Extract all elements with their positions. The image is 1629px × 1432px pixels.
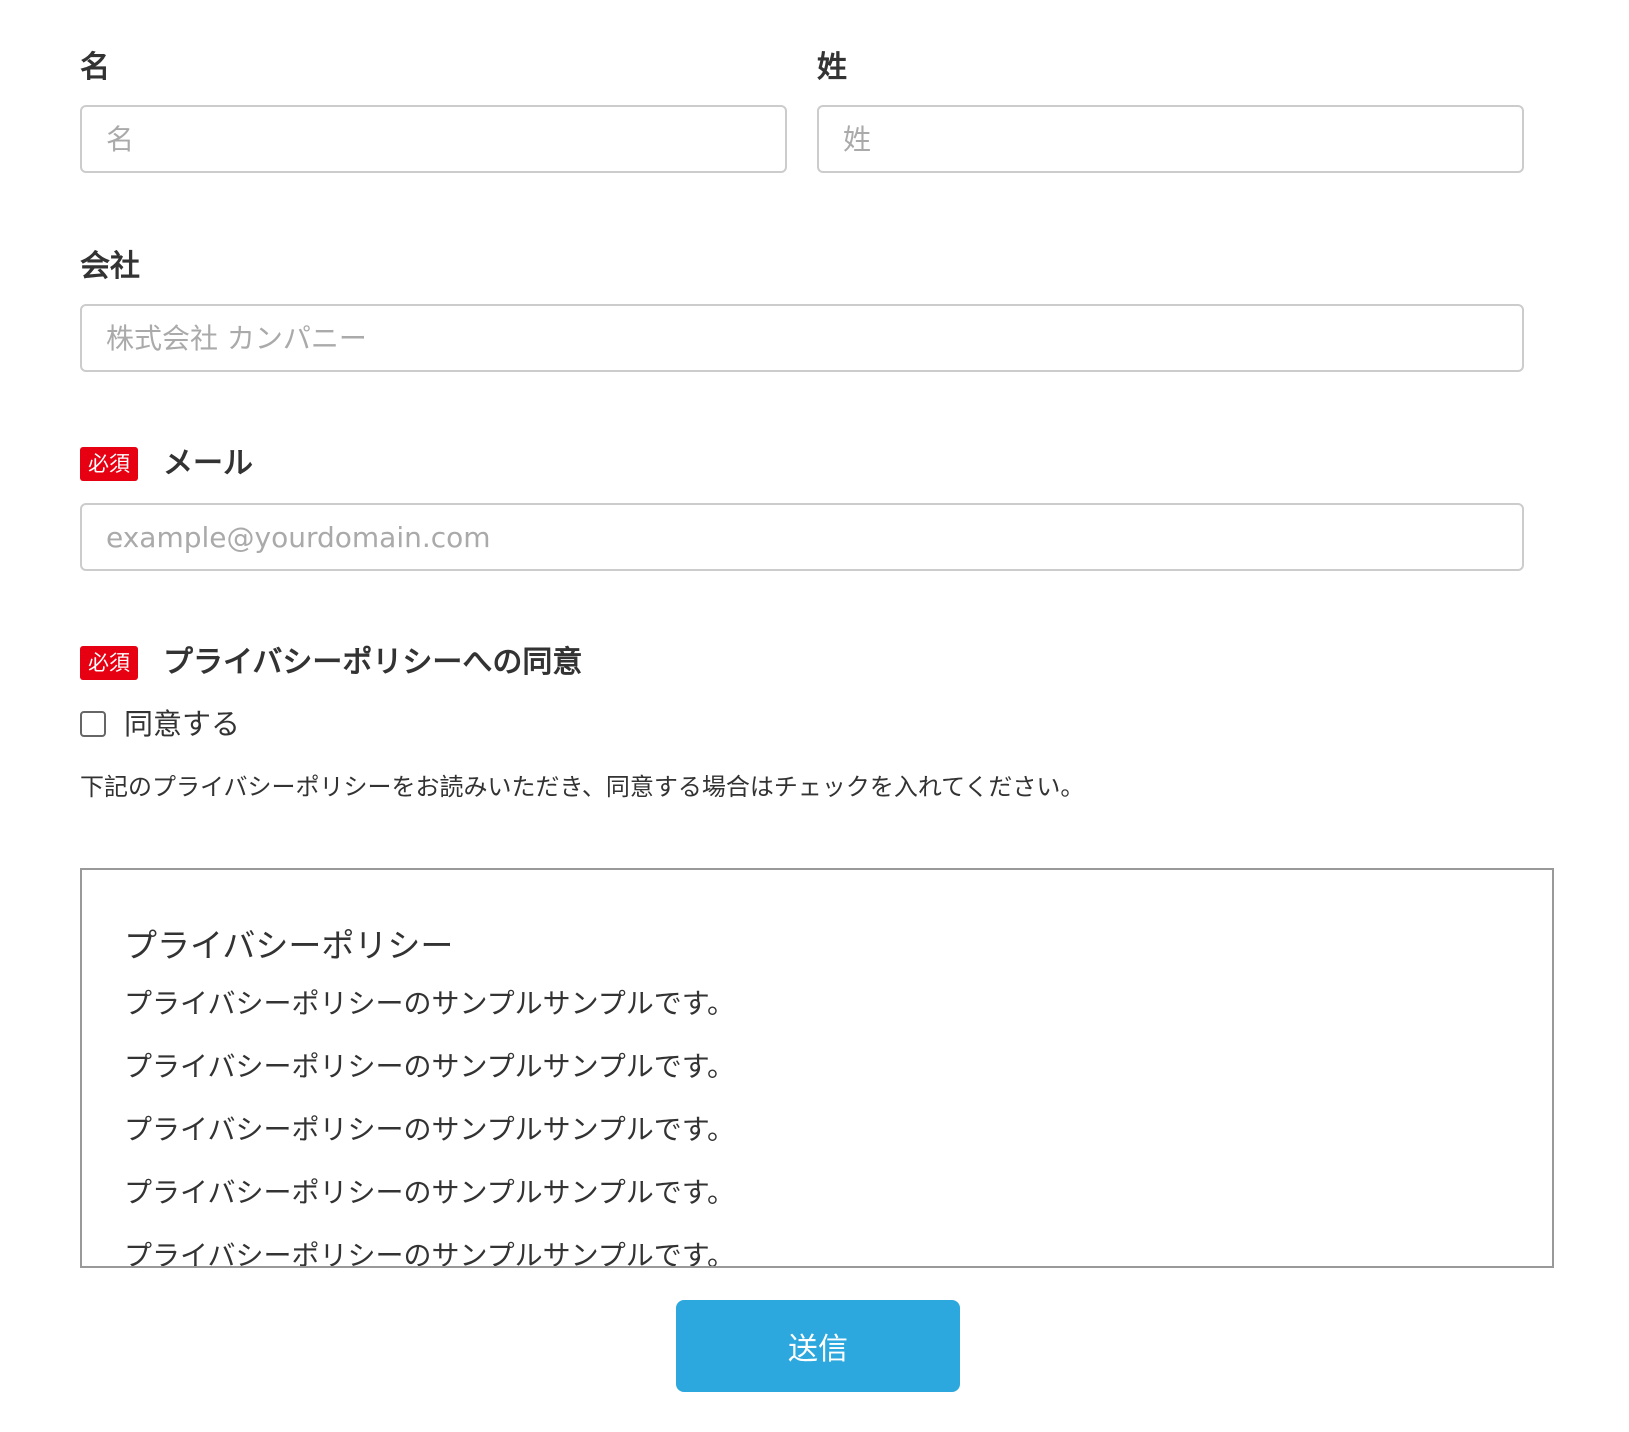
email-required-badge: 必須 — [80, 447, 138, 481]
first-name-input[interactable] — [80, 105, 787, 173]
agree-checkbox[interactable] — [80, 711, 106, 737]
privacy-required-badge: 必須 — [80, 646, 138, 680]
policy-line: プライバシーポリシーのサンプルサンプルです。 — [124, 987, 735, 1020]
last-name-label: 姓 — [817, 50, 847, 85]
policy-line: プライバシーポリシーのサンプルサンプルです。 — [124, 1113, 735, 1146]
submit-button[interactable]: 送信 — [676, 1300, 960, 1392]
privacy-policy-box[interactable]: プライバシーポリシー プライバシーポリシーのサンプルサンプルです。 プライバシー… — [80, 868, 1554, 1268]
policy-line: プライバシーポリシーのサンプルサンプルです。 — [124, 1176, 735, 1209]
first-name-label: 名 — [80, 50, 110, 85]
privacy-help-text: 下記のプライバシーポリシーをお読みいただき、同意する場合はチェックを入れてくださ… — [80, 773, 1085, 801]
privacy-policy-title: プライバシーポリシー — [124, 926, 454, 965]
company-input[interactable] — [80, 304, 1524, 372]
privacy-consent-label: プライバシーポリシーへの同意 — [163, 645, 583, 680]
contact-form: 名 姓 会社 必須 メール 必須 プライバシーポリシーへの同意 同意する 下記の… — [0, 0, 1629, 1432]
policy-line: プライバシーポリシーのサンプルサンプルです。 — [124, 1050, 735, 1083]
email-label: メール — [163, 446, 253, 481]
email-input[interactable] — [80, 503, 1524, 571]
policy-line: プライバシーポリシーのサンプルサンプルです。 — [124, 1239, 735, 1268]
company-label: 会社 — [80, 249, 140, 284]
agree-checkbox-label[interactable]: 同意する — [124, 706, 240, 742]
last-name-input[interactable] — [817, 105, 1524, 173]
agree-checkbox-row[interactable]: 同意する — [80, 706, 240, 742]
